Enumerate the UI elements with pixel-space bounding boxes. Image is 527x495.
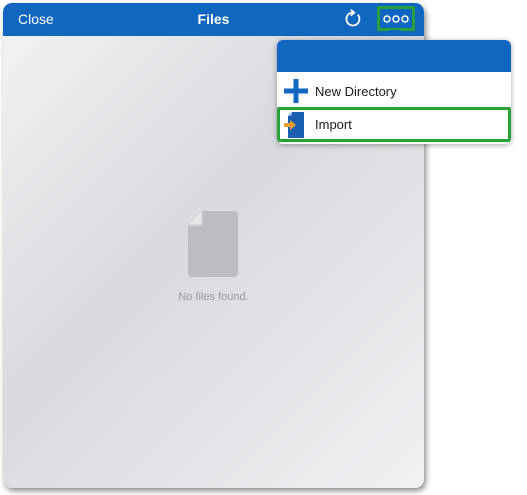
plus-icon (284, 79, 308, 103)
close-button[interactable]: Close (18, 11, 54, 27)
file-icon (188, 211, 238, 277)
import-icon (284, 111, 308, 138)
refresh-icon[interactable] (343, 9, 363, 29)
new-directory-menu-item[interactable]: New Directory (277, 75, 511, 108)
menu-header (277, 40, 511, 72)
navigation-bar: Close Files (3, 3, 424, 36)
screen: Close Files No files found. New Director… (0, 0, 527, 495)
more-options-button[interactable] (377, 6, 415, 31)
menu-item-label: New Directory (315, 83, 397, 99)
empty-state-message: No files found. (178, 291, 249, 303)
more-icon (383, 14, 409, 23)
actions-menu: New Directory Import (277, 40, 511, 144)
menu-item-label: Import (315, 117, 352, 132)
popover-arrow (389, 30, 401, 36)
import-menu-item[interactable]: Import (277, 107, 511, 142)
